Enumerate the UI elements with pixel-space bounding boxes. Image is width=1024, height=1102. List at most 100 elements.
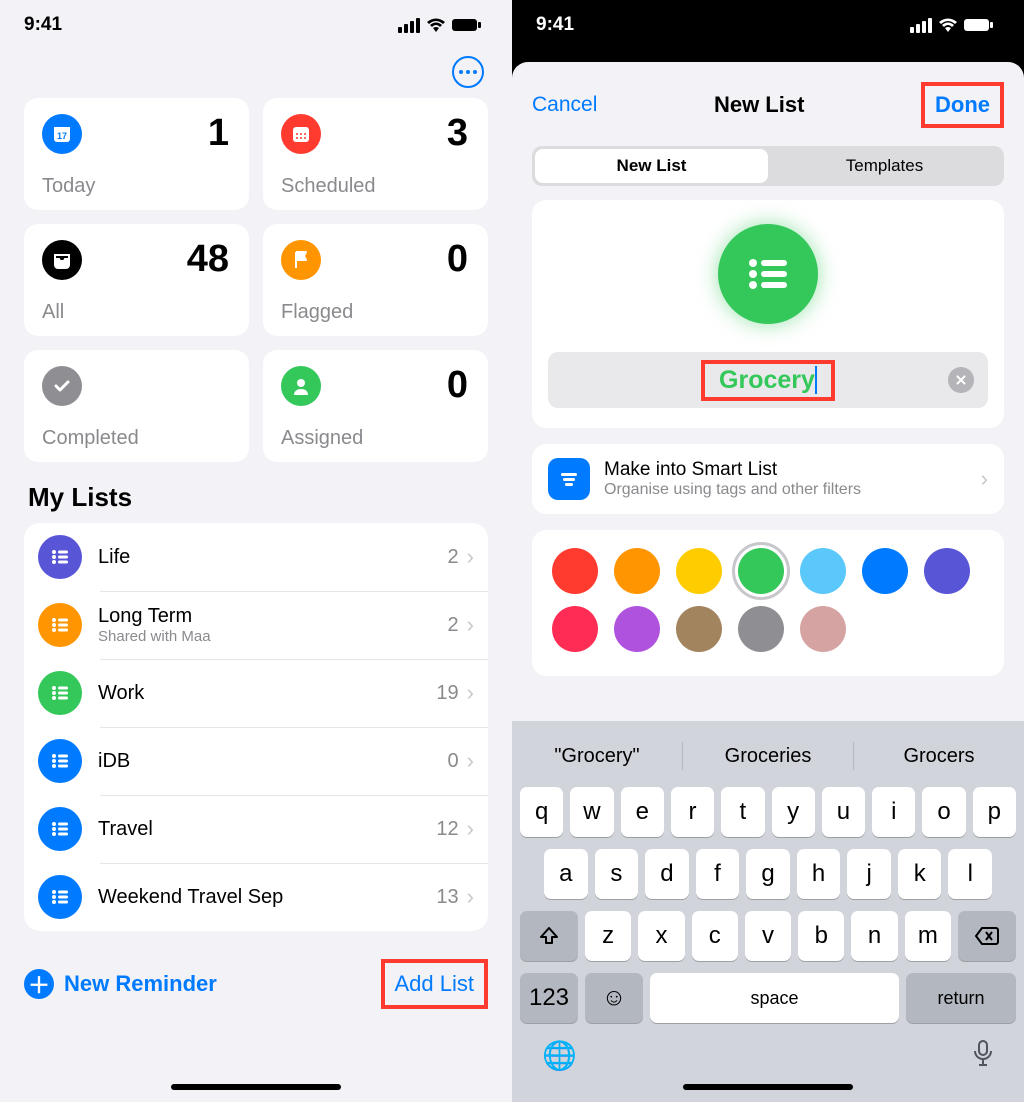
list-count: 2: [448, 614, 459, 637]
key-v[interactable]: v: [745, 911, 791, 961]
battery-icon: [452, 18, 482, 32]
chevron-right-icon: ›: [467, 680, 474, 706]
key-f[interactable]: f: [696, 849, 740, 899]
more-button[interactable]: [452, 56, 484, 88]
key-i[interactable]: i: [872, 787, 915, 837]
key-return[interactable]: return: [906, 973, 1016, 1023]
home-indicator[interactable]: [683, 1084, 853, 1090]
summary-card-flagged[interactable]: 0 Flagged: [263, 224, 488, 336]
summary-grid: 17 1 Today 3 Scheduled 48 All 0 Flagged …: [0, 98, 512, 462]
segment-new-list[interactable]: New List: [535, 149, 768, 183]
list-preview-icon: [718, 224, 818, 324]
color-swatch[interactable]: [924, 548, 970, 594]
color-swatch[interactable]: [800, 548, 846, 594]
keyboard[interactable]: "Grocery" Groceries Grocers qwertyuiop a…: [512, 721, 1024, 1102]
list-name-input[interactable]: Grocery: [719, 366, 815, 395]
mic-icon[interactable]: [972, 1039, 994, 1072]
svg-text:17: 17: [57, 131, 67, 141]
key-delete[interactable]: [958, 911, 1016, 961]
color-swatch[interactable]: [738, 606, 784, 652]
color-swatch[interactable]: [800, 606, 846, 652]
clear-text-button[interactable]: [948, 367, 974, 393]
key-o[interactable]: o: [922, 787, 965, 837]
list-count: 2: [448, 546, 459, 569]
key-space[interactable]: space: [650, 973, 899, 1023]
suggestion-1[interactable]: "Grocery": [512, 745, 682, 768]
smart-list-row[interactable]: Make into Smart List Organise using tags…: [532, 444, 1004, 514]
list-row[interactable]: Long TermShared with Maa2›: [24, 591, 488, 659]
list-row[interactable]: Weekend Travel Sep13›: [24, 863, 488, 931]
key-l[interactable]: l: [948, 849, 992, 899]
suggestion-3[interactable]: Grocers: [854, 745, 1024, 768]
key-s[interactable]: s: [595, 849, 639, 899]
key-n[interactable]: n: [851, 911, 897, 961]
key-b[interactable]: b: [798, 911, 844, 961]
new-reminder-button[interactable]: ＋ New Reminder: [24, 969, 217, 999]
check-icon: [42, 366, 82, 406]
key-h[interactable]: h: [797, 849, 841, 899]
list-name: Work: [98, 682, 436, 705]
text-caret: [815, 366, 817, 394]
key-d[interactable]: d: [645, 849, 689, 899]
key-x[interactable]: x: [638, 911, 684, 961]
key-numbers[interactable]: 123: [520, 973, 578, 1023]
key-w[interactable]: w: [570, 787, 613, 837]
list-count: 12: [436, 818, 458, 841]
list-row[interactable]: Travel12›: [24, 795, 488, 863]
key-z[interactable]: z: [585, 911, 631, 961]
summary-card-assigned[interactable]: 0 Assigned: [263, 350, 488, 462]
color-swatch[interactable]: [552, 548, 598, 594]
segmented-control[interactable]: New List Templates: [532, 146, 1004, 186]
key-c[interactable]: c: [692, 911, 738, 961]
cancel-button[interactable]: Cancel: [532, 93, 597, 117]
suggestion-2[interactable]: Groceries: [683, 745, 853, 768]
key-j[interactable]: j: [847, 849, 891, 899]
color-swatch[interactable]: [676, 606, 722, 652]
new-list-sheet: Cancel New List Done New List Templates …: [512, 62, 1024, 1102]
color-swatch[interactable]: [614, 548, 660, 594]
summary-card-all[interactable]: 48 All: [24, 224, 249, 336]
list-name-row[interactable]: Grocery: [548, 352, 988, 408]
key-r[interactable]: r: [671, 787, 714, 837]
key-q[interactable]: q: [520, 787, 563, 837]
summary-card-today[interactable]: 17 1 Today: [24, 98, 249, 210]
new-list-screen: 9:41 Cancel New List Done New List Templ…: [512, 0, 1024, 1102]
cellular-icon: [910, 18, 932, 33]
list-row[interactable]: iDB0›: [24, 727, 488, 795]
list-row[interactable]: Work19›: [24, 659, 488, 727]
chevron-right-icon: ›: [467, 884, 474, 910]
globe-icon[interactable]: 🌐: [542, 1039, 577, 1072]
key-p[interactable]: p: [973, 787, 1016, 837]
smart-list-icon: [548, 458, 590, 500]
key-shift[interactable]: [520, 911, 578, 961]
color-swatch[interactable]: [552, 606, 598, 652]
key-e[interactable]: e: [621, 787, 664, 837]
summary-card-completed[interactable]: Completed: [24, 350, 249, 462]
color-swatch[interactable]: [614, 606, 660, 652]
keyboard-suggestions: "Grocery" Groceries Grocers: [512, 731, 1024, 781]
key-a[interactable]: a: [544, 849, 588, 899]
key-u[interactable]: u: [822, 787, 865, 837]
home-indicator[interactable]: [171, 1084, 341, 1090]
color-swatch[interactable]: [676, 548, 722, 594]
key-emoji[interactable]: ☺: [585, 973, 643, 1023]
add-list-button[interactable]: Add List: [381, 959, 489, 1009]
color-swatch[interactable]: [862, 548, 908, 594]
done-button[interactable]: Done: [921, 82, 1004, 128]
key-t[interactable]: t: [721, 787, 764, 837]
key-y[interactable]: y: [772, 787, 815, 837]
wifi-icon: [938, 18, 958, 33]
list-row[interactable]: Life2›: [24, 523, 488, 591]
key-k[interactable]: k: [898, 849, 942, 899]
list-name: Weekend Travel Sep: [98, 886, 436, 909]
key-g[interactable]: g: [746, 849, 790, 899]
list-icon: [38, 875, 82, 919]
summary-card-scheduled[interactable]: 3 Scheduled: [263, 98, 488, 210]
plus-icon: ＋: [24, 969, 54, 999]
segment-templates[interactable]: Templates: [768, 149, 1001, 183]
my-lists-card: Life2›Long TermShared with Maa2›Work19›i…: [24, 523, 488, 931]
color-swatch[interactable]: [738, 548, 784, 594]
calendar-icon: [281, 114, 321, 154]
key-m[interactable]: m: [905, 911, 951, 961]
person-icon: [281, 366, 321, 406]
